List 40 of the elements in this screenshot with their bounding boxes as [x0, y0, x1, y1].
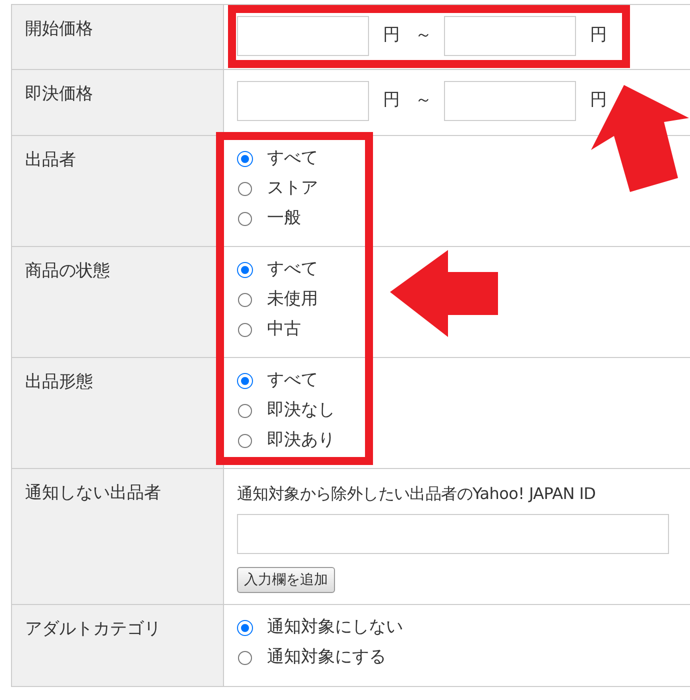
instruction-text: 通知対象から除外したい出品者のYahoo! JAPAN ID [237, 483, 596, 505]
seller-id-input-field[interactable] [237, 514, 669, 554]
price-input-field[interactable] [444, 16, 576, 56]
price-input-field[interactable] [237, 16, 369, 56]
add-field-button[interactable]: 入力欄を追加 [237, 567, 335, 593]
range-separator: ～ [415, 24, 432, 48]
radio-button[interactable] [238, 434, 252, 448]
field-label: 出品者 [25, 150, 76, 170]
radio-label: すべて [267, 369, 318, 392]
radio-button[interactable] [238, 293, 252, 307]
radio-button[interactable] [238, 212, 252, 226]
radio-button[interactable] [238, 404, 252, 418]
arrow-icon [390, 250, 498, 337]
field-label: 即決価格 [25, 84, 93, 104]
radio-label: すべて [267, 147, 318, 170]
unit-label: 円 [383, 89, 400, 112]
radio-label: すべて [267, 258, 318, 282]
price-input-field[interactable] [237, 81, 369, 121]
arrow-icon [591, 85, 690, 193]
radio-label: ストア [267, 177, 318, 200]
unit-label: 円 [383, 24, 400, 48]
radio-label: 中古 [267, 318, 301, 342]
field-label: アダルトカテゴリ [25, 619, 161, 639]
radio-label: 即決なし [267, 399, 335, 422]
price-input-field[interactable] [444, 81, 576, 121]
radio-button[interactable] [238, 323, 252, 337]
radio-label: 一般 [267, 207, 301, 230]
radio-label: 未使用 [267, 288, 318, 312]
field-label: 開始価格 [25, 19, 93, 39]
unit-label: 円 [590, 89, 607, 112]
field-label: 通知しない出品者 [25, 483, 161, 503]
field-label: 出品形態 [25, 372, 93, 392]
radio-label: 通知対象にしない [267, 616, 403, 640]
field-label: 商品の状態 [25, 261, 110, 281]
radio-button[interactable] [238, 651, 252, 665]
unit-label: 円 [590, 24, 607, 48]
radio-label: 通知対象にする [267, 646, 386, 670]
range-separator: ～ [415, 89, 432, 112]
radio-label: 即決あり [267, 429, 335, 452]
radio-button[interactable] [238, 182, 252, 196]
